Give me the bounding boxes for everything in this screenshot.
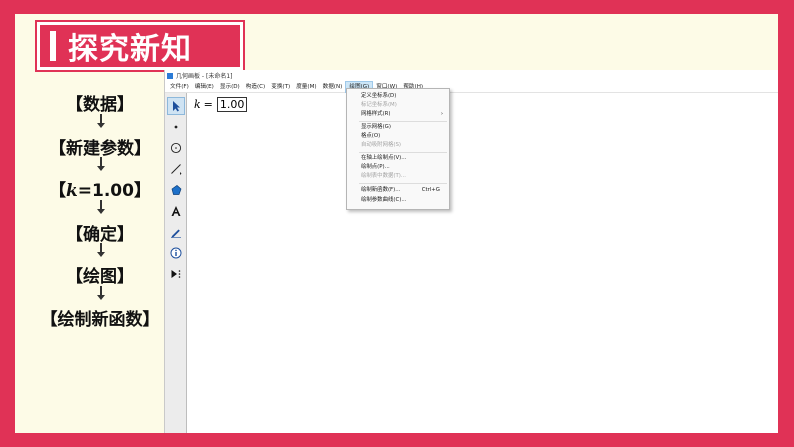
- section-title: 探究新知: [68, 32, 192, 67]
- section-title-box: 探究新知: [35, 20, 245, 72]
- custom-tool-icon[interactable]: [167, 265, 185, 283]
- menu-item-grid-style[interactable]: 网格样式(R) ›: [361, 110, 445, 119]
- menu-construct[interactable]: 构造(C): [243, 81, 268, 93]
- menu-edit[interactable]: 编辑(E): [192, 81, 217, 93]
- menu-divider: [359, 121, 447, 122]
- menu-file[interactable]: 文件(F): [167, 81, 192, 93]
- down-arrow-icon: [97, 157, 105, 173]
- parameter-name: k: [194, 98, 201, 111]
- marker-pen-icon[interactable]: [167, 223, 185, 241]
- menu-divider: [359, 183, 447, 184]
- menu-item-plot-function[interactable]: 绘制新函数(F)... Ctrl+G: [361, 186, 445, 195]
- menu-item-plot-on-axis[interactable]: 在轴上绘制点(V)...: [361, 154, 445, 163]
- menu-transform[interactable]: 变换(T): [268, 81, 293, 93]
- down-arrow-icon: [97, 286, 105, 302]
- menu-item-define-coords[interactable]: 定义坐标系(D): [361, 92, 445, 101]
- menu-data[interactable]: 数据(N): [320, 81, 346, 93]
- menu-item-mark-coords[interactable]: 标记坐标系(M): [361, 101, 445, 110]
- slide: 探究新知 【数据】 【新建参数】 【k=1.00】 【确定】 【绘图】 【绘制新…: [15, 14, 778, 433]
- menu-measure[interactable]: 度量(M): [293, 81, 319, 93]
- toolbox: [165, 93, 187, 433]
- menu-item-auto-snap[interactable]: 自动吸附网格(S): [361, 141, 445, 150]
- circle-compass-icon[interactable]: [167, 139, 185, 157]
- down-arrow-icon: [97, 200, 105, 216]
- menu-divider: [359, 152, 447, 153]
- title-accent-bar: [50, 31, 56, 61]
- step-graph: 【绘图】: [66, 267, 134, 287]
- sketch-canvas[interactable]: k = 1.00: [187, 93, 778, 433]
- menu-display[interactable]: 显示(D): [217, 81, 243, 93]
- down-arrow-icon: [97, 243, 105, 259]
- menu-item-plot-points[interactable]: 绘制点(P)...: [361, 163, 445, 172]
- sketchpad-window: 几何画板 - [未命名1] 文件(F) 编辑(E) 显示(D) 构造(C) 变换…: [164, 70, 778, 433]
- step-plot-function: 【绘制新函数】: [40, 310, 160, 330]
- chevron-right-icon: ›: [440, 111, 443, 117]
- step-confirm: 【确定】: [66, 225, 134, 245]
- point-icon[interactable]: [167, 118, 185, 136]
- menu-item-plot-parametric[interactable]: 绘制参数曲线(C)...: [361, 196, 445, 205]
- down-arrow-icon: [97, 114, 105, 130]
- menu-item-show-grid[interactable]: 显示网格(G): [361, 123, 445, 132]
- step-param-value: 【k=1.00】: [49, 181, 151, 201]
- graph-menu-dropdown: 定义坐标系(D) 标记坐标系(M) 网格样式(R) › 显示网格(G) 格点(O)…: [346, 88, 450, 210]
- parameter-k[interactable]: k = 1.00: [194, 97, 248, 112]
- step-data: 【数据】: [66, 95, 134, 115]
- parameter-equals: =: [203, 98, 213, 111]
- menu-item-snap-points[interactable]: 格点(O): [361, 132, 445, 141]
- step-new-param: 【新建参数】: [49, 139, 151, 159]
- app-icon: [167, 72, 173, 79]
- polygon-icon[interactable]: [167, 181, 185, 199]
- window-title: 几何画板 - [未命名1]: [176, 73, 233, 80]
- info-icon[interactable]: [167, 244, 185, 262]
- window-titlebar: 几何画板 - [未命名1]: [165, 70, 778, 81]
- line-segment-icon[interactable]: [167, 160, 185, 178]
- menu-item-plot-table[interactable]: 绘制表中数据(T)...: [361, 172, 445, 181]
- text-icon[interactable]: [167, 202, 185, 220]
- shortcut-label: Ctrl+G: [421, 187, 440, 193]
- arrow-select-icon[interactable]: [167, 97, 185, 115]
- parameter-value[interactable]: 1.00: [216, 97, 248, 112]
- menu-bar: 文件(F) 编辑(E) 显示(D) 构造(C) 变换(T) 度量(M) 数据(N…: [165, 80, 778, 93]
